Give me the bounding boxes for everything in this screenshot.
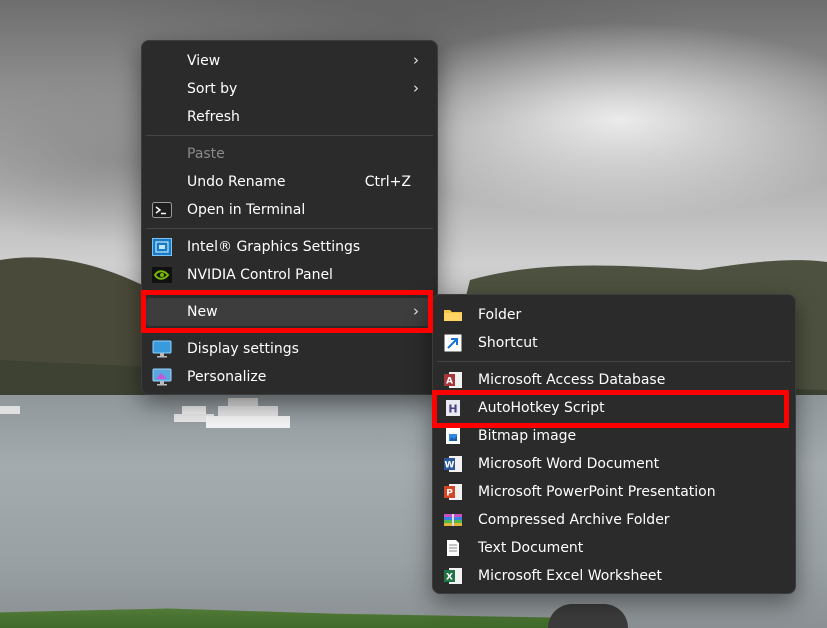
- menu-item-open-in-terminal[interactable]: Open in Terminal: [146, 196, 433, 224]
- menu-item-intel-graphics-settings[interactable]: Intel® Graphics Settings: [146, 233, 433, 261]
- menu-separator: [146, 330, 433, 331]
- menu-separator: [146, 228, 433, 229]
- menu-item-label: New: [187, 304, 218, 320]
- submenu-item-label: Compressed Archive Folder: [478, 512, 670, 528]
- submenu-item-access-database[interactable]: A Microsoft Access Database: [437, 366, 791, 394]
- intel-graphics-icon: [152, 238, 172, 256]
- menu-item-label: View: [187, 53, 221, 69]
- autohotkey-icon: H: [443, 399, 463, 417]
- submenu-item-compressed-archive-folder[interactable]: Compressed Archive Folder: [437, 506, 791, 534]
- shortcut-label: Ctrl+Z: [364, 174, 411, 190]
- submenu-item-folder[interactable]: Folder: [437, 301, 791, 329]
- desktop-context-menu: View › Sort by › Refresh Paste Undo Rena…: [141, 40, 438, 395]
- menu-item-label: NVIDIA Control Panel: [187, 267, 333, 283]
- nvidia-icon: [152, 266, 172, 284]
- menu-item-label: Display settings: [187, 341, 299, 357]
- svg-text:W: W: [445, 461, 455, 471]
- submenu-item-label: Microsoft PowerPoint Presentation: [478, 484, 716, 500]
- bitmap-icon: [443, 427, 463, 445]
- menu-item-undo-rename[interactable]: Undo Rename Ctrl+Z: [146, 168, 433, 196]
- menu-separator: [437, 361, 791, 362]
- svg-text:H: H: [448, 403, 457, 416]
- new-submenu: Folder Shortcut A Microsoft Access Datab…: [432, 294, 796, 594]
- menu-item-label: Intel® Graphics Settings: [187, 239, 361, 255]
- menu-separator: [146, 135, 433, 136]
- submenu-item-label: Microsoft Access Database: [478, 372, 666, 388]
- excel-icon: X: [443, 567, 463, 585]
- rock: [548, 604, 628, 628]
- personalize-icon: [152, 368, 172, 386]
- menu-item-nvidia-control-panel[interactable]: NVIDIA Control Panel: [146, 261, 433, 289]
- boat: [174, 398, 290, 428]
- submenu-item-label: Microsoft Word Document: [478, 456, 660, 472]
- text-document-icon: [443, 539, 463, 557]
- svg-text:A: A: [446, 377, 453, 387]
- submenu-item-label: Microsoft Excel Worksheet: [478, 568, 663, 584]
- access-icon: A: [443, 371, 463, 389]
- submenu-item-powerpoint-presentation[interactable]: P Microsoft PowerPoint Presentation: [437, 478, 791, 506]
- submenu-item-label: Text Document: [478, 540, 584, 556]
- menu-item-label: Open in Terminal: [187, 202, 306, 218]
- submenu-item-shortcut[interactable]: Shortcut: [437, 329, 791, 357]
- powerpoint-icon: P: [443, 483, 463, 501]
- menu-item-sort-by[interactable]: Sort by ›: [146, 75, 433, 103]
- terminal-icon: [152, 201, 172, 219]
- menu-item-label: Personalize: [187, 369, 267, 385]
- submenu-item-label: Shortcut: [478, 335, 538, 351]
- display-icon: [152, 340, 172, 358]
- submenu-item-bitmap-image[interactable]: Bitmap image: [437, 422, 791, 450]
- submenu-item-word-document[interactable]: W Microsoft Word Document: [437, 450, 791, 478]
- menu-item-label: Paste: [187, 146, 225, 162]
- chevron-right-icon: ›: [413, 51, 419, 69]
- submenu-item-label: AutoHotkey Script: [478, 400, 605, 416]
- menu-item-view[interactable]: View ›: [146, 47, 433, 75]
- submenu-item-label: Folder: [478, 307, 522, 323]
- menu-item-label: Refresh: [187, 109, 240, 125]
- menu-item-new[interactable]: New ›: [146, 298, 433, 326]
- word-icon: W: [443, 455, 463, 473]
- chevron-right-icon: ›: [413, 302, 419, 320]
- submenu-item-excel-worksheet[interactable]: X Microsoft Excel Worksheet: [437, 562, 791, 590]
- archive-icon: [443, 511, 463, 529]
- boat: [0, 406, 20, 414]
- menu-item-refresh[interactable]: Refresh: [146, 103, 433, 131]
- submenu-item-autohotkey-script[interactable]: H AutoHotkey Script: [437, 394, 791, 422]
- svg-text:P: P: [446, 489, 453, 499]
- folder-icon: [443, 306, 463, 324]
- chevron-right-icon: ›: [413, 79, 419, 97]
- menu-separator: [146, 293, 433, 294]
- menu-item-personalize[interactable]: Personalize: [146, 363, 433, 391]
- menu-item-label: Sort by: [187, 81, 238, 97]
- menu-item-label: Undo Rename: [187, 174, 286, 190]
- shortcut-icon: [443, 334, 463, 352]
- submenu-item-text-document[interactable]: Text Document: [437, 534, 791, 562]
- menu-item-display-settings[interactable]: Display settings: [146, 335, 433, 363]
- menu-item-paste: Paste: [146, 140, 433, 168]
- submenu-item-label: Bitmap image: [478, 428, 577, 444]
- svg-text:X: X: [446, 573, 453, 583]
